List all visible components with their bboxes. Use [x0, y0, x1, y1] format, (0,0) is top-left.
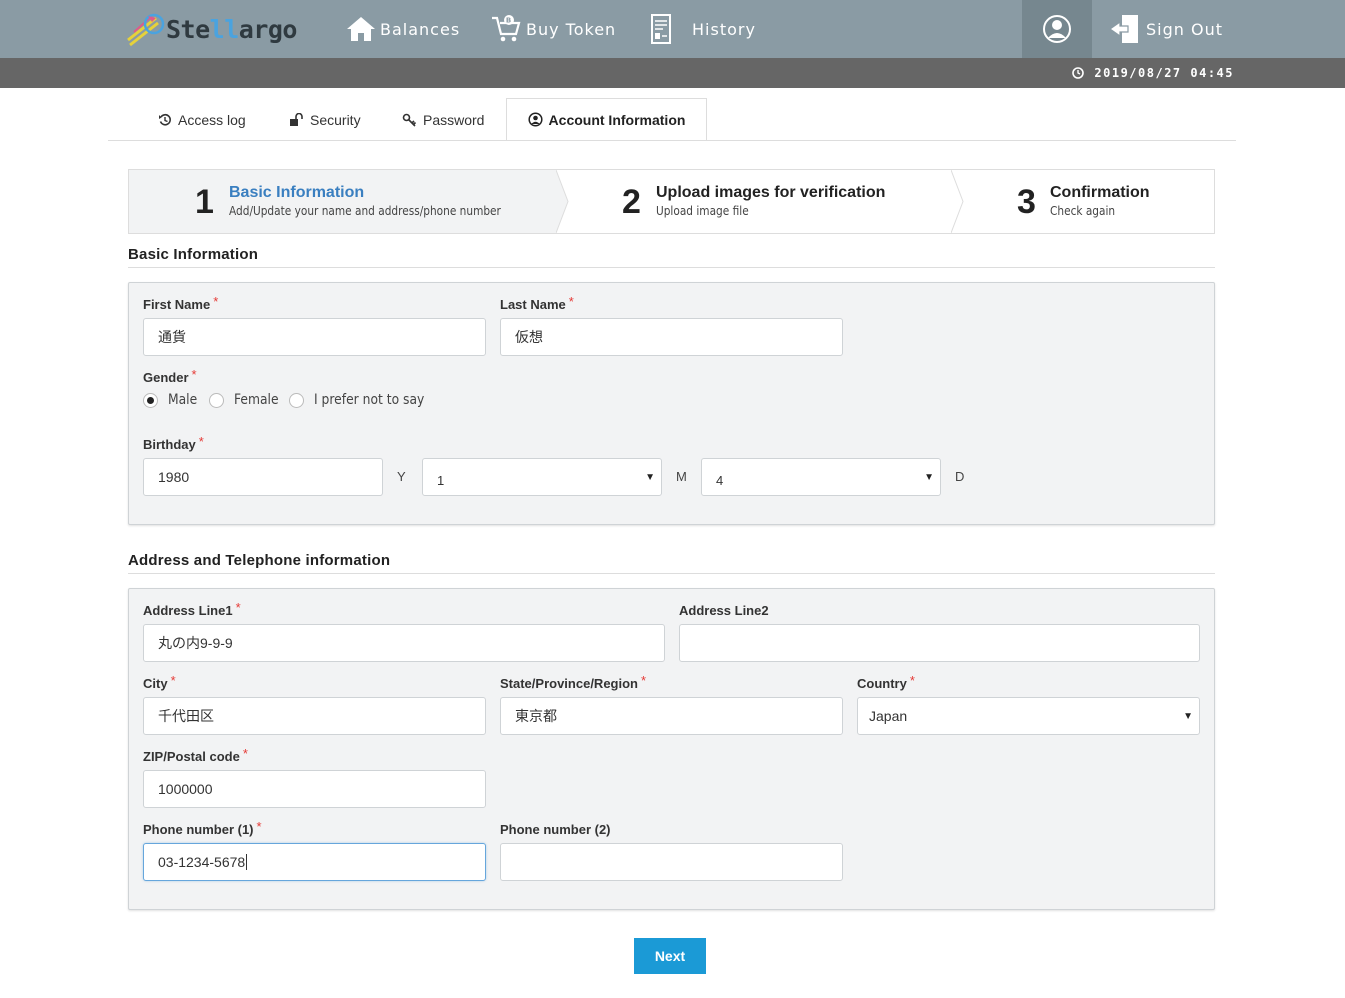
- text-cursor: [246, 854, 248, 870]
- phone1-label: Phone number (1) *: [143, 819, 262, 837]
- country-select[interactable]: Japan ▼: [857, 697, 1200, 735]
- nav-balances-label: Balances: [380, 19, 461, 39]
- step-upload-images: 2 Upload images for verification Upload …: [556, 170, 951, 233]
- radio-selected-icon: [143, 392, 158, 408]
- step-basic-information: 1 Basic Information Add/Update your name…: [129, 170, 556, 233]
- next-button[interactable]: Next: [634, 938, 706, 974]
- tab-password[interactable]: Password: [402, 98, 484, 141]
- tab-access-log[interactable]: Access log: [158, 98, 246, 141]
- tab-account-information[interactable]: Account Information: [506, 98, 707, 141]
- first-name-input[interactable]: 通貨: [143, 318, 486, 356]
- birth-day-select[interactable]: 4 ▼: [701, 458, 941, 496]
- gender-radio-prefer-not[interactable]: I prefer not to say: [289, 392, 439, 408]
- day-unit: D: [955, 469, 965, 484]
- profile-button[interactable]: [1022, 0, 1092, 58]
- address-line1-label: Address Line1 *: [143, 600, 241, 618]
- user-circle-icon: [1043, 15, 1071, 43]
- sign-out-label: Sign Out: [1146, 19, 1223, 39]
- gender-radio-female[interactable]: Female: [209, 392, 285, 408]
- step-number: 2: [622, 183, 641, 221]
- nav-history-label: History: [692, 19, 756, 39]
- current-datetime: 2019/08/27 04:45: [1072, 66, 1234, 80]
- zip-input[interactable]: 1000000: [143, 770, 486, 808]
- chevron-down-icon: ▼: [924, 472, 934, 483]
- birthday-label: Birthday *: [143, 434, 204, 452]
- radio-unselected-icon: [289, 392, 304, 408]
- unlock-icon: [290, 112, 303, 126]
- step-number: 3: [1017, 183, 1036, 221]
- step-number: 1: [195, 183, 214, 221]
- nav-history[interactable]: History: [650, 0, 756, 58]
- nav-buy-token-label: Buy Token: [526, 19, 617, 39]
- gender-radio-male[interactable]: Male: [143, 392, 201, 408]
- state-input[interactable]: 東京都: [500, 697, 843, 735]
- address-line1-input[interactable]: 丸の内9-9-9: [143, 624, 665, 662]
- step-subtitle: Check again: [1050, 204, 1116, 218]
- tabs-divider: [108, 140, 1236, 141]
- city-label: City *: [143, 673, 176, 691]
- top-navbar: Stellargo Balances B Buy Token History S…: [0, 0, 1345, 58]
- tab-access-log-label: Access log: [178, 111, 246, 128]
- status-bar: 2019/08/27 04:45: [0, 58, 1345, 88]
- receipt-icon: [651, 14, 671, 44]
- country-label: Country *: [857, 673, 915, 691]
- tab-account-information-label: Account Information: [548, 111, 686, 128]
- birth-year-input[interactable]: 1980: [143, 458, 383, 496]
- address-heading: Address and Telephone information: [128, 552, 391, 569]
- cart-token-icon: B: [492, 15, 521, 42]
- year-unit: Y: [397, 469, 406, 484]
- first-name-label: First Name *: [143, 294, 219, 312]
- address-line2-label: Address Line2: [679, 603, 769, 618]
- gender-label: Gender *: [143, 367, 197, 385]
- zip-label: ZIP/Postal code *: [143, 746, 248, 764]
- step-confirmation: 3 Confirmation Check again: [951, 170, 1214, 233]
- step-chevron-icon: [951, 170, 964, 233]
- city-input[interactable]: 千代田区: [143, 697, 486, 735]
- last-name-input[interactable]: 仮想: [500, 318, 843, 356]
- history-icon: [159, 113, 171, 125]
- step-chevron-icon: [556, 170, 569, 233]
- user-circle-icon: [527, 112, 543, 127]
- step-subtitle: Add/Update your name and address/phone n…: [229, 204, 501, 218]
- last-name-label: Last Name *: [500, 294, 574, 312]
- key-icon: [402, 113, 417, 127]
- step-title: Confirmation: [1050, 184, 1150, 201]
- chevron-down-icon: ▼: [1183, 711, 1193, 722]
- phone1-input[interactable]: 03-1234-5678: [143, 843, 486, 881]
- chevron-down-icon: ▼: [645, 472, 655, 483]
- basic-information-heading: Basic Information: [128, 246, 259, 263]
- datetime-text: 2019/08/27 04:45: [1094, 66, 1234, 80]
- state-label: State/Province/Region *: [500, 673, 647, 691]
- svg-text:B: B: [506, 17, 512, 25]
- section-divider: [128, 267, 1215, 268]
- rocket-logo-icon: [127, 13, 165, 47]
- tab-password-label: Password: [423, 111, 485, 128]
- brand-name: Stellargo: [166, 14, 297, 44]
- phone2-label: Phone number (2): [500, 822, 611, 837]
- tab-security[interactable]: Security: [289, 98, 361, 141]
- progress-steps: 1 Basic Information Add/Update your name…: [128, 169, 1215, 234]
- phone2-input[interactable]: [500, 843, 843, 881]
- birth-month-select[interactable]: 1 ▼: [422, 458, 662, 496]
- home-icon: [347, 17, 375, 41]
- tab-security-label: Security: [310, 111, 361, 128]
- stellargo-logo[interactable]: Stellargo: [126, 10, 297, 48]
- section-divider: [128, 573, 1215, 574]
- step-title: Upload images for verification: [656, 184, 886, 201]
- month-unit: M: [676, 469, 687, 484]
- nav-balances[interactable]: Balances: [346, 0, 460, 58]
- sign-out-button[interactable]: Sign Out: [1110, 0, 1223, 58]
- clock-icon: [1072, 67, 1085, 79]
- exit-door-icon: [1110, 15, 1138, 43]
- nav-buy-token[interactable]: B Buy Token: [490, 0, 616, 58]
- step-subtitle: Upload image file: [656, 204, 749, 218]
- radio-unselected-icon: [209, 392, 224, 408]
- step-title: Basic Information: [229, 184, 365, 201]
- address-line2-input[interactable]: [679, 624, 1200, 662]
